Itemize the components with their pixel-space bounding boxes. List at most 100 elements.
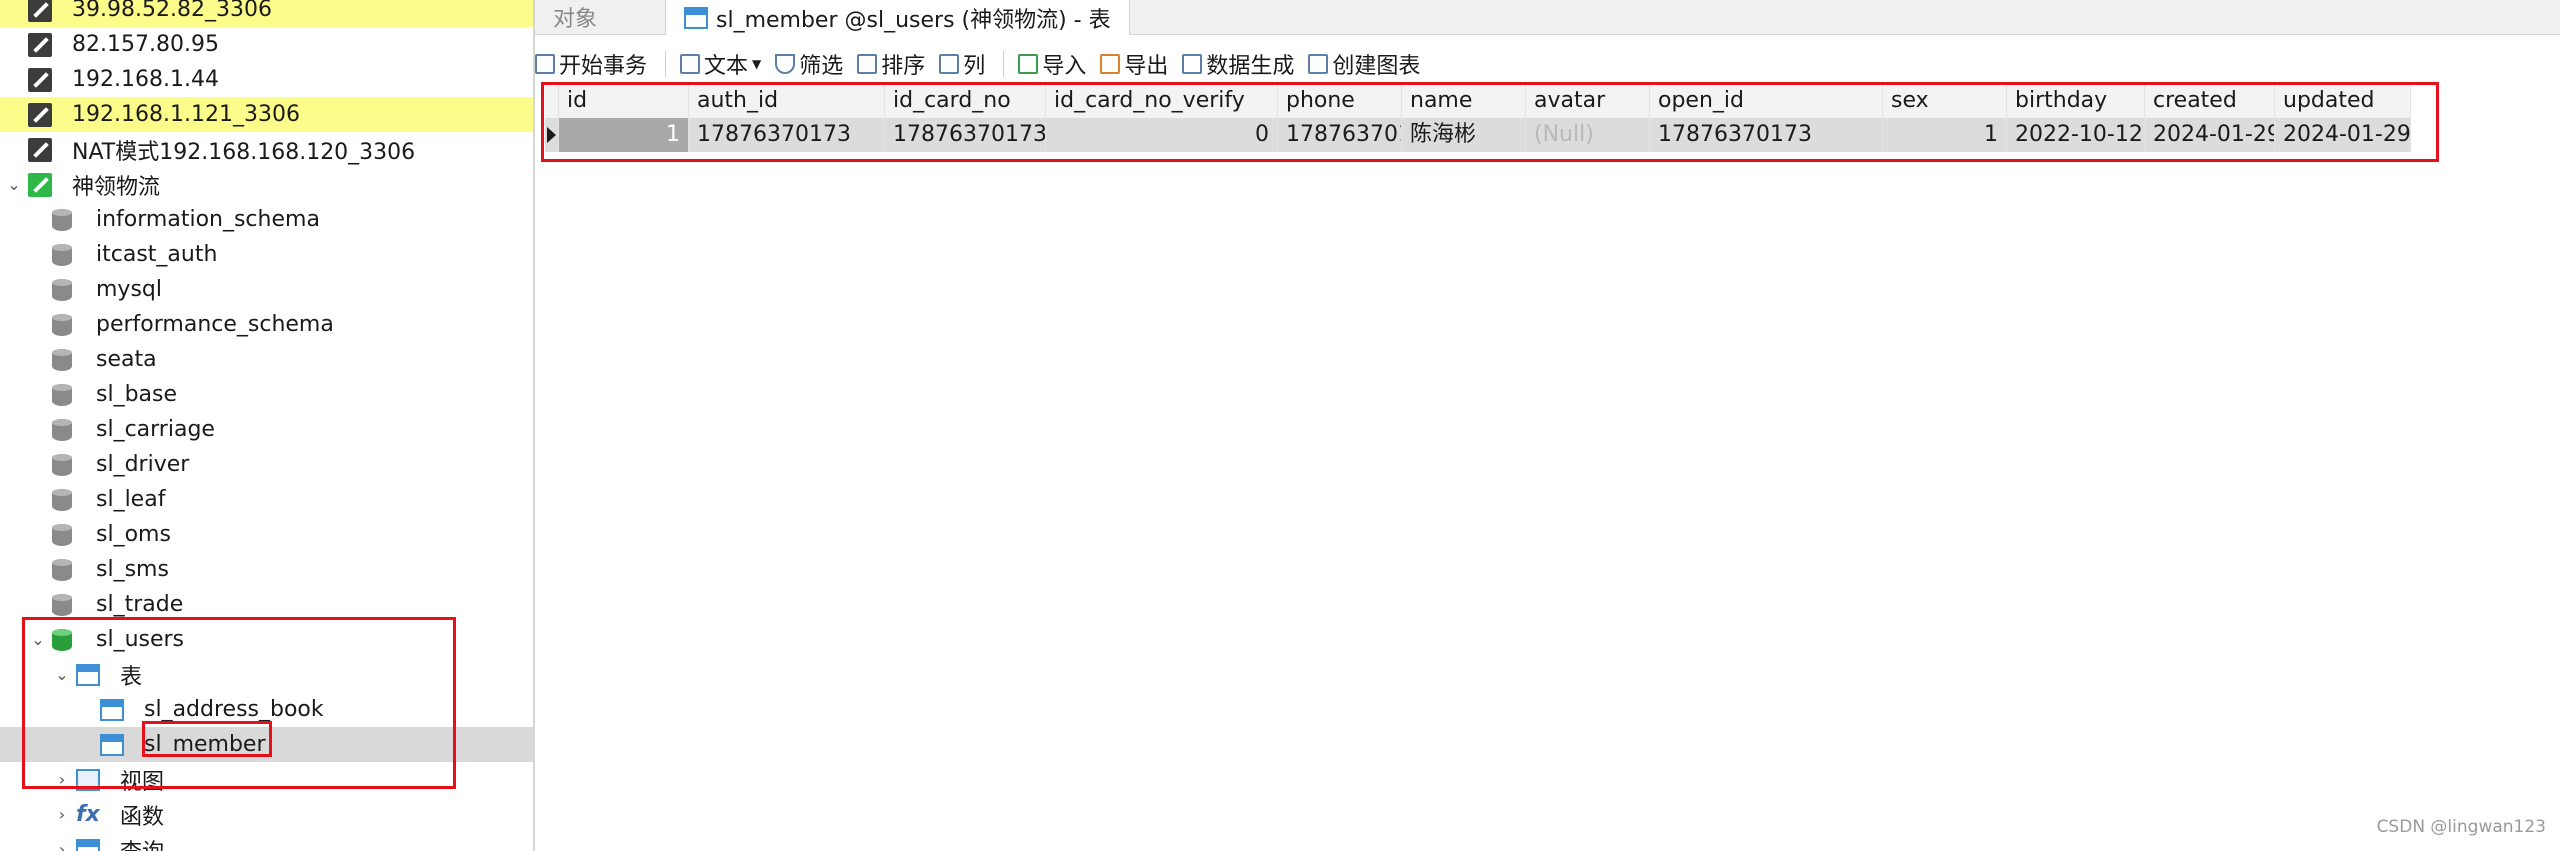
sidebar-item[interactable]: performance_schema — [0, 307, 533, 342]
sidebar-item[interactable]: sl_carriage — [0, 412, 533, 447]
chevron-down-icon[interactable]: ⌄ — [52, 665, 72, 684]
tab-bar: 对象 sl_member @sl_users (神领物流) - 表 — [535, 0, 2560, 35]
sidebar-item[interactable]: › fx 函数 — [0, 797, 533, 832]
sidebar-item-label: 表 — [120, 664, 143, 690]
sidebar-item-label: 39.98.52.82_3306 — [72, 0, 272, 22]
filter-button[interactable]: 筛选 — [775, 48, 843, 80]
sidebar-item[interactable]: › 视图 — [0, 762, 533, 797]
sidebar-item[interactable]: sl_base — [0, 377, 533, 412]
table-cell[interactable]: 178763701 — [1278, 118, 1402, 152]
sidebar-item[interactable]: seata — [0, 342, 533, 377]
column-header[interactable]: id — [559, 84, 689, 118]
table-cell[interactable]: 0 — [1046, 118, 1278, 152]
table-cell[interactable]: 17876370173 — [1650, 118, 1883, 152]
sidebar-item[interactable]: sl_sms — [0, 552, 533, 587]
sidebar-item[interactable]: sl_driver — [0, 447, 533, 482]
sidebar-item[interactable]: 82.157.80.95 — [0, 27, 533, 62]
tab-sl-member-label: sl_member @sl_users (神领物流) - 表 — [716, 7, 1111, 33]
create-chart-button[interactable]: 创建图表 — [1308, 48, 1420, 80]
data-grid: id auth_id id_card_no id_card_no_verify phon… — [545, 84, 2411, 152]
chevron-right-icon[interactable]: › — [52, 770, 72, 789]
table-cell[interactable]: (Null) — [1526, 118, 1650, 152]
database-icon — [52, 418, 72, 441]
sidebar-item[interactable]: itcast_auth — [0, 237, 533, 272]
sidebar-item[interactable]: 192.168.1.121_3306 — [0, 97, 533, 132]
column-header[interactable]: name — [1402, 84, 1526, 118]
column-header[interactable]: birthday — [2007, 84, 2145, 118]
data-generation-button[interactable]: 数据生成 — [1182, 48, 1294, 80]
column-header[interactable]: avatar — [1526, 84, 1650, 118]
table-icon — [684, 6, 708, 29]
row-indicator-header — [545, 84, 559, 118]
database-icon — [52, 208, 72, 231]
sort-button[interactable]: 排序 — [857, 48, 925, 80]
sidebar-item[interactable]: sl_leaf — [0, 482, 533, 517]
tab-sl-member[interactable]: sl_member @sl_users (神领物流) - 表 — [665, 0, 1130, 35]
server-icon — [28, 172, 52, 197]
table-cell[interactable]: 1 — [1883, 118, 2007, 152]
table-cell[interactable]: 17876370173 — [689, 118, 885, 152]
chevron-down-icon[interactable]: ⌄ — [28, 630, 48, 649]
chevron-right-icon[interactable]: › — [52, 840, 72, 851]
sidebar-item[interactable]: mysql — [0, 272, 533, 307]
column-header[interactable]: sex — [1883, 84, 2007, 118]
database-icon — [52, 278, 72, 301]
table-cell[interactable]: 17876370173 — [885, 118, 1046, 152]
sidebar-item[interactable]: ⌄ sl_users — [0, 622, 533, 657]
database-icon — [52, 523, 72, 546]
sidebar-item-label: mysql — [96, 277, 162, 302]
database-icon — [52, 628, 72, 651]
table-cell[interactable]: 2024-01-29 — [2275, 118, 2411, 152]
import-button[interactable]: 导入 — [1018, 48, 1086, 80]
column-header[interactable]: phone — [1278, 84, 1402, 118]
row-indicator-arrow-icon[interactable] — [545, 118, 559, 152]
sidebar-item[interactable]: ⌄ 表 — [0, 657, 533, 692]
sidebar-item-label: sl_carriage — [96, 417, 215, 442]
table-cell[interactable]: 2022-10-12 — [2007, 118, 2145, 152]
sidebar-item-label: sl_driver — [96, 452, 190, 477]
sidebar-item[interactable]: NAT模式192.168.168.120_3306 — [0, 132, 533, 167]
database-icon — [52, 383, 72, 406]
begin-transaction-button[interactable]: 开始事务 — [535, 48, 647, 80]
sidebar-item[interactable]: sl_member — [0, 727, 533, 762]
sidebar-item[interactable]: sl_address_book — [0, 692, 533, 727]
chevron-down-icon: ▼ — [752, 57, 762, 71]
column-header[interactable]: auth_id — [689, 84, 885, 118]
column-header[interactable]: created — [2145, 84, 2275, 118]
sidebar-item-label: NAT模式192.168.168.120_3306 — [72, 139, 416, 165]
sidebar-item-label: 查询 — [120, 834, 164, 851]
columns-button[interactable]: 列 — [939, 48, 985, 80]
tab-objects[interactable]: 对象 — [535, 0, 615, 34]
sidebar-item[interactable]: information_schema — [0, 202, 533, 237]
column-header[interactable]: open_id — [1650, 84, 1883, 118]
column-header[interactable]: id_card_no — [885, 84, 1046, 118]
sidebar-item-label: sl_member — [144, 732, 266, 757]
sidebar-item[interactable]: ⌄ 神领物流 — [0, 167, 533, 202]
table-row[interactable]: 1 17876370173 17876370173 0 178763701 陈海彬 (Nul… — [545, 118, 2411, 152]
table-cell[interactable]: 1 — [559, 118, 689, 152]
database-icon — [52, 488, 72, 511]
sidebar-item-label: 82.157.80.95 — [72, 32, 219, 57]
sidebar-item[interactable]: sl_trade — [0, 587, 533, 622]
table-cell[interactable]: 2024-01-29 — [2145, 118, 2275, 152]
sidebar-item[interactable]: › 查询 — [0, 832, 533, 851]
sidebar-item[interactable]: sl_oms — [0, 517, 533, 552]
chevron-right-icon[interactable]: › — [52, 805, 72, 824]
column-header[interactable]: id_card_no_verify — [1046, 84, 1278, 118]
text-icon — [680, 54, 701, 74]
text-button[interactable]: 文本 ▼ — [680, 48, 761, 80]
table-cell[interactable]: 陈海彬 — [1402, 118, 1526, 152]
table-icon — [100, 733, 124, 756]
sidebar-item-label: 神领物流 — [72, 174, 161, 200]
server-icon — [28, 32, 52, 57]
database-icon — [52, 558, 72, 581]
sidebar-item[interactable]: 39.98.52.82_3306 — [0, 0, 533, 27]
sidebar-item-label: sl_trade — [96, 592, 184, 617]
function-icon: fx — [76, 801, 100, 827]
chevron-down-icon[interactable]: ⌄ — [4, 175, 24, 194]
sidebar-item[interactable]: 192.168.1.44 — [0, 62, 533, 97]
column-header[interactable]: updated — [2275, 84, 2411, 118]
main-panel: 对象 sl_member @sl_users (神领物流) - 表 开始事务 文… — [535, 0, 2560, 851]
sidebar-item-label: seata — [96, 347, 157, 372]
export-button[interactable]: 导出 — [1100, 48, 1168, 80]
